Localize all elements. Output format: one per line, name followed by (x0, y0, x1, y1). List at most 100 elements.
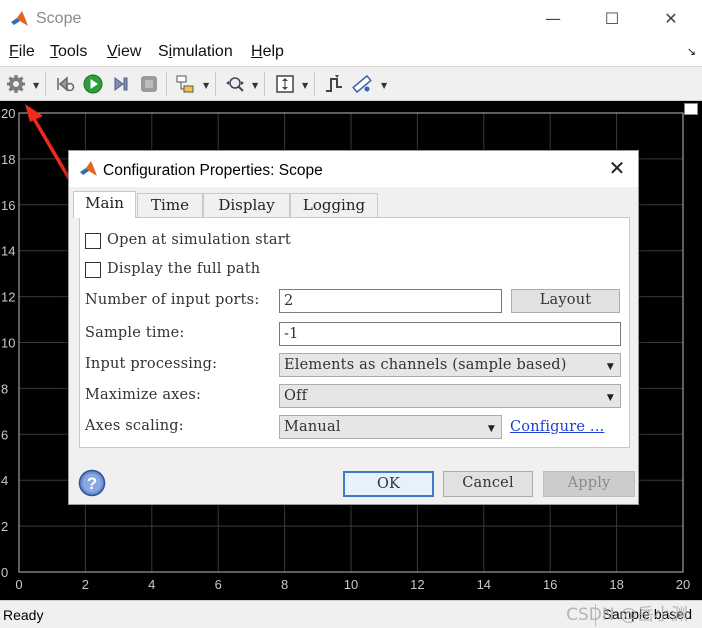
toolbar-separator (45, 72, 46, 96)
y-tick-label: 8 (1, 381, 8, 396)
x-tick-label: 10 (344, 577, 358, 592)
window-title-bar: Scope — ☐ ✕ (0, 0, 702, 40)
matlab-logo-icon (80, 161, 97, 176)
tab-logging[interactable]: Logging (290, 193, 378, 217)
menu-simulation[interactable]: Simulation (158, 43, 233, 61)
ok-button[interactable]: OK (343, 471, 434, 497)
help-icon[interactable]: ? (78, 469, 106, 497)
x-tick-label: 18 (609, 577, 623, 592)
trigger-icon[interactable] (323, 73, 345, 95)
apply-button[interactable]: Apply (543, 471, 635, 497)
x-tick-label: 20 (676, 577, 690, 592)
svg-text:?: ? (87, 474, 97, 493)
main-tab-panel: Open at simulation start Display the ful… (79, 217, 630, 448)
dialog-title-bar: Configuration Properties: Scope ✕ (69, 151, 638, 187)
menu-tools-mnemonic: T (50, 43, 58, 60)
maximize-axes-select[interactable]: Off ▼ (279, 384, 621, 408)
input-processing-label: Input processing: (85, 356, 218, 372)
menu-file-label: ile (18, 43, 35, 60)
settings-dropdown-icon[interactable]: ▼ (33, 81, 39, 90)
close-window-button[interactable]: ✕ (658, 8, 684, 30)
menu-simulation-label: mulation (172, 43, 233, 60)
maximize-axes-value: Off (284, 388, 308, 404)
y-tick-label: 14 (1, 244, 15, 259)
y-tick-label: 18 (1, 152, 15, 167)
window-title: Scope (36, 10, 82, 27)
dock-arrow-icon[interactable]: ↘ (687, 45, 696, 58)
axes-scaling-label: Axes scaling: (85, 418, 184, 434)
maximize-axes-label: Maximize axes: (85, 387, 202, 403)
x-tick-label: 4 (148, 577, 155, 592)
cancel-button[interactable]: Cancel (443, 471, 533, 497)
tab-main[interactable]: Main (73, 191, 136, 218)
settings-gear-icon[interactable] (5, 73, 27, 95)
step-back-icon[interactable] (54, 73, 76, 95)
toolbar-separator (215, 72, 216, 96)
menu-view[interactable]: View (107, 43, 141, 61)
autoscale-icon[interactable] (274, 73, 296, 95)
menu-view-label: iew (117, 43, 142, 60)
input-ports-field[interactable]: 2 (279, 289, 502, 313)
step-forward-icon[interactable] (110, 73, 132, 95)
toolbar-separator (314, 72, 315, 96)
open-at-start-checkbox[interactable] (85, 233, 101, 249)
y-tick-label: 0 (1, 565, 8, 580)
chevron-down-icon: ▼ (606, 362, 614, 372)
x-tick-label: 12 (410, 577, 424, 592)
sample-time-label: Sample time: (85, 325, 185, 341)
status-text: Ready (3, 607, 44, 623)
autoscale-dropdown-icon[interactable]: ▼ (302, 81, 308, 90)
tab-display[interactable]: Display (203, 193, 290, 217)
y-tick-label: 10 (1, 336, 15, 351)
y-tick-label: 6 (1, 427, 8, 442)
measurements-dropdown-icon[interactable]: ▼ (381, 81, 387, 90)
dialog-close-button[interactable]: ✕ (606, 157, 628, 179)
run-icon[interactable] (82, 73, 104, 95)
menu-help-mnemonic: H (251, 43, 263, 60)
zoom-icon[interactable] (224, 73, 246, 95)
menu-help[interactable]: Help (251, 43, 284, 61)
chevron-down-icon: ▼ (606, 393, 614, 403)
toolbar-separator (166, 72, 167, 96)
x-tick-label: 2 (82, 577, 89, 592)
tab-time[interactable]: Time (137, 193, 203, 217)
input-processing-select[interactable]: Elements as channels (sample based) ▼ (279, 353, 621, 377)
x-tick-label: 6 (215, 577, 222, 592)
y-tick-label: 12 (1, 290, 15, 305)
maximize-button[interactable]: ☐ (599, 8, 625, 30)
config-dialog: Configuration Properties: Scope ✕ Main T… (68, 150, 639, 505)
watermark: CSDN @岳小渊 (566, 605, 688, 625)
y-tick-label: 20 (1, 106, 15, 121)
x-tick-label: 14 (477, 577, 491, 592)
toolbar: ▼ ▼ ▼ ▼ ▼ (0, 66, 702, 101)
configure-link[interactable]: Configure ... (510, 419, 604, 435)
menu-tools[interactable]: Tools (50, 43, 87, 61)
sample-time-field[interactable]: -1 (279, 322, 621, 346)
menu-help-label: elp (262, 43, 284, 60)
display-full-path-label: Display the full path (107, 261, 261, 277)
y-tick-label: 2 (1, 519, 8, 534)
axes-scaling-value: Manual (284, 419, 341, 435)
matlab-logo-icon (11, 11, 28, 26)
menu-file[interactable]: File (9, 43, 35, 61)
display-full-path-checkbox[interactable] (85, 262, 101, 278)
x-tick-label: 16 (543, 577, 557, 592)
axes-scaling-select[interactable]: Manual ▼ (279, 415, 502, 439)
x-tick-label: 0 (15, 577, 22, 592)
toolbar-separator (264, 72, 265, 96)
menu-bar: File Tools View Simulation Help ↘ (0, 40, 702, 66)
input-processing-value: Elements as channels (sample based) (284, 357, 567, 373)
minimize-button[interactable]: — (540, 8, 566, 30)
stop-icon[interactable] (138, 73, 160, 95)
menu-view-mnemonic: V (107, 43, 118, 60)
menu-simulation-label-pre: S (158, 43, 169, 60)
highlight-dropdown-icon[interactable]: ▼ (203, 81, 209, 90)
open-at-start-label: Open at simulation start (107, 232, 291, 248)
y-tick-label: 4 (1, 473, 8, 488)
zoom-dropdown-icon[interactable]: ▼ (252, 81, 258, 90)
layout-button[interactable]: Layout (511, 289, 620, 313)
highlight-block-icon[interactable] (175, 73, 197, 95)
axes-undock-button[interactable] (684, 103, 698, 115)
dialog-title: Configuration Properties: Scope (103, 162, 323, 179)
measurements-ruler-icon[interactable] (351, 73, 373, 95)
